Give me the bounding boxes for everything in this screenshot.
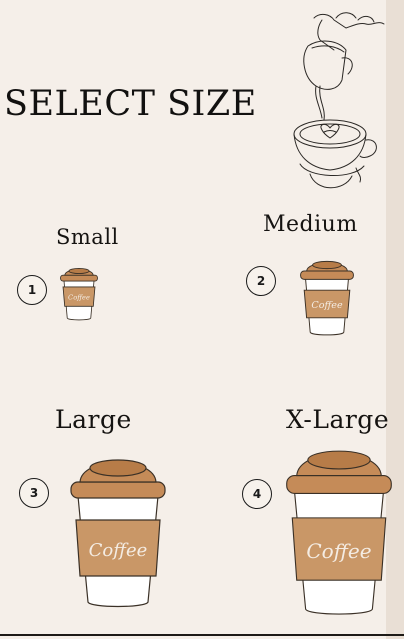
cup-text-small: Coffee (68, 294, 90, 302)
cup-text-x-large: Coffee (306, 539, 371, 563)
latte-pour-line-art-icon (293, 12, 385, 189)
size-label-small: Small (56, 225, 119, 249)
cup-text-large: Coffee (89, 540, 148, 561)
cup-text-medium: Coffee (311, 300, 343, 311)
coffee-cup-x-large-icon[interactable]: Coffee (280, 440, 398, 618)
coffee-cup-large-icon[interactable]: Coffee (68, 450, 168, 610)
size-option-4-button[interactable]: 4 (242, 479, 272, 509)
page-title: SELECT SIZE (4, 84, 257, 124)
size-option-3-button[interactable]: 3 (19, 478, 49, 508)
size-selection-screen: { "page": { "title": "SELECT SIZE" }, "s… (0, 0, 404, 639)
size-label-medium: Medium (263, 212, 358, 237)
coffee-cup-small-icon[interactable]: Coffee (58, 262, 100, 322)
bottom-divider (0, 634, 404, 636)
size-label-x-large: X-Large (286, 405, 390, 434)
coffee-cup-medium-icon[interactable]: Coffee (297, 252, 357, 338)
size-option-2-button[interactable]: 2 (246, 266, 276, 296)
size-label-large: Large (55, 405, 132, 434)
size-option-1-button[interactable]: 1 (17, 275, 47, 305)
